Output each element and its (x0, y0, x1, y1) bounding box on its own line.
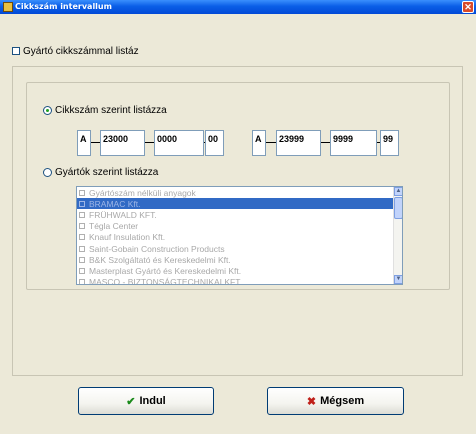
to-part3-field[interactable]: 99 (380, 130, 399, 156)
manufacturer-code-checkbox[interactable]: Gyártó cikkszámmal listáz (12, 44, 139, 58)
list-scrollbar[interactable]: ▲ ▼ (393, 187, 402, 284)
list-item-label: Saint-Gobain Construction Products (89, 243, 225, 254)
list-item-checkbox[interactable] (79, 245, 85, 252)
close-icon: ✕ (464, 2, 472, 12)
list-item[interactable]: B&K Szolgáltató és Kereskedelmi Kft. (77, 254, 393, 265)
list-item[interactable]: MASCO - BIZTONSÁGTECHNIKAI KFT. (77, 277, 393, 285)
list-item[interactable]: Masterplast Gyártó és Kereskedelmi Kft. (77, 265, 393, 276)
list-item-label: Tégla Center (89, 221, 139, 232)
list-item-checkbox[interactable] (79, 189, 85, 196)
to-part1-field[interactable]: 23999 (276, 130, 321, 156)
radio-by-range[interactable]: Cikkszám szerint listázza (43, 103, 167, 117)
list-item-checkbox[interactable] (79, 211, 85, 218)
from-part1-field[interactable]: 23000 (100, 130, 145, 156)
manufacturer-list-items: Gyártószám nélküli anyagok BRAMAC Kft. FRÜ… (77, 187, 393, 285)
close-button[interactable]: ✕ (462, 1, 474, 13)
list-item-checkbox[interactable] (79, 267, 85, 274)
radio-by-manufacturer-label: Gyártók szerint listázza (55, 166, 159, 178)
list-item[interactable]: Saint-Gobain Construction Products (77, 243, 393, 254)
list-item-label: BRAMAC Kft. (89, 198, 141, 209)
dialog-window: Cikkszám intervallum ✕ Gyártó cikkszámma… (0, 0, 476, 434)
list-item-checkbox[interactable] (79, 200, 85, 207)
radio-dot[interactable] (43, 105, 52, 115)
radio-dot[interactable] (43, 167, 52, 177)
cancel-button-label: Mégsem (320, 395, 365, 407)
list-item[interactable]: Gyártószám nélküli anyagok (77, 187, 393, 198)
start-button-label: Indul (139, 395, 166, 407)
title-bar[interactable]: Cikkszám intervallum ✕ (0, 0, 476, 14)
list-item[interactable]: Knauf Insulation Kft. (77, 232, 393, 243)
list-item-label: B&K Szolgáltató és Kereskedelmi Kft. (89, 254, 231, 265)
scroll-down-arrow-icon[interactable]: ▼ (394, 275, 402, 284)
to-prefix-field[interactable]: A (252, 130, 266, 156)
list-item[interactable]: Tégla Center (77, 221, 393, 232)
list-item-checkbox[interactable] (79, 234, 85, 241)
from-prefix-field[interactable]: A (77, 130, 91, 156)
radio-by-manufacturer[interactable]: Gyártók szerint listázza (43, 165, 158, 179)
scroll-up-arrow-icon[interactable]: ▲ (394, 187, 402, 196)
radio-by-range-label: Cikkszám szerint listázza (55, 104, 167, 116)
list-item[interactable]: FRÜHWALD KFT. (77, 209, 393, 220)
app-icon (3, 2, 13, 12)
manufacturer-list[interactable]: Gyártószám nélküli anyagok BRAMAC Kft. FRÜ… (76, 186, 403, 285)
x-icon: ✖ (306, 395, 317, 408)
cancel-button[interactable]: ✖ Mégsem (267, 387, 404, 415)
check-icon: ✔ (126, 395, 136, 408)
to-part2-field[interactable]: 9999 (330, 130, 377, 156)
scroll-thumb[interactable] (394, 197, 402, 219)
list-item-label: MASCO - BIZTONSÁGTECHNIKAI KFT. (89, 277, 242, 285)
separator (266, 142, 276, 143)
list-item-label: Gyártószám nélküli anyagok (89, 187, 196, 198)
list-item-label: Masterplast Gyártó és Kereskedelmi Kft. (89, 265, 242, 276)
from-part3-field[interactable]: 00 (205, 130, 224, 156)
list-item-checkbox[interactable] (79, 279, 85, 284)
list-item[interactable]: BRAMAC Kft. (77, 198, 393, 210)
checkbox-box[interactable] (12, 47, 20, 55)
window-title: Cikkszám intervallum (15, 2, 112, 11)
manufacturer-code-label: Gyártó cikkszámmal listáz (23, 45, 139, 57)
start-button[interactable]: ✔ Indul (78, 387, 214, 415)
list-item-label: Knauf Insulation Kft. (89, 232, 166, 243)
from-part2-field[interactable]: 0000 (154, 130, 204, 156)
list-item-label: FRÜHWALD KFT. (89, 209, 157, 220)
list-item-checkbox[interactable] (79, 223, 85, 230)
list-item-checkbox[interactable] (79, 256, 85, 263)
